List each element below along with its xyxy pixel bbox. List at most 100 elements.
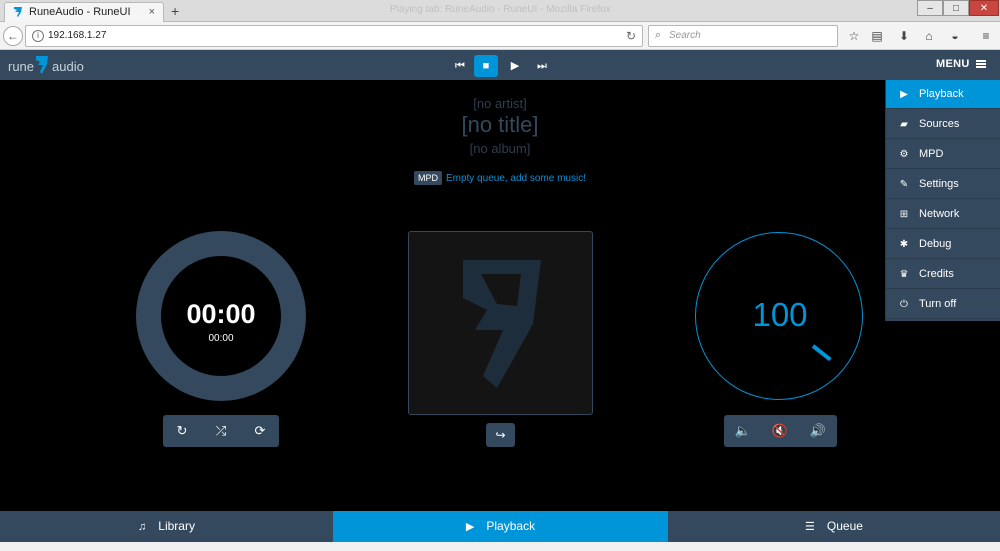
logo-word-rune: rune — [8, 59, 35, 74]
browser-navbar: ← i 192.168.1.27 ↻ ⌕ Search ☆ ▤ ⬇ ⌂ ◒ ≡ — [0, 22, 1000, 50]
menu-item-debug[interactable]: ✱ Debug — [886, 230, 1000, 259]
download-icon[interactable]: ⬇ — [896, 28, 912, 44]
stop-button[interactable]: ■ — [474, 55, 498, 77]
tab-label: Library — [158, 519, 195, 533]
list-icon: ☰ — [805, 521, 815, 533]
menu-item-mpd[interactable]: ⚙ MPD — [886, 140, 1000, 169]
mute-button[interactable]: 🔇 — [761, 415, 799, 447]
close-window-button[interactable]: ✕ — [969, 0, 999, 16]
elapsed-time: 00:00 — [186, 299, 256, 329]
menu-item-label: Sources — [919, 118, 960, 130]
repeat-icon: ↻ — [176, 423, 188, 438]
logo-word-audio: audio — [52, 59, 84, 74]
shuffle-button[interactable]: ⤮ — [202, 415, 240, 447]
menu-item-sources[interactable]: ▰ Sources — [886, 110, 1000, 139]
play-icon: ▶ — [465, 521, 475, 533]
single-button[interactable]: ⟳ — [241, 415, 279, 447]
menu-item-label: Debug — [919, 238, 952, 250]
menu-item-label: Credits — [919, 268, 954, 280]
bottom-tab-bar: ♫ Library ▶ Playback ☰ Queue — [0, 511, 1000, 542]
album-cover — [408, 231, 593, 415]
bug-icon: ✱ — [899, 239, 909, 250]
tab-label: Queue — [826, 519, 863, 533]
bookmark-star-icon[interactable]: ☆ — [846, 28, 862, 44]
previous-icon: ⏮ — [455, 60, 465, 72]
volume-up-button[interactable]: 🔊 — [799, 415, 837, 447]
url-text: 192.168.1.27 — [48, 30, 107, 41]
app-header: rune audio ⏮ ■ ▶ ⏭ MENU — [0, 50, 1000, 80]
wrench-icon: ✎ — [899, 179, 909, 190]
volume-down-icon: 🔈 — [734, 423, 752, 438]
menu-item-label: MPD — [919, 148, 944, 160]
url-bar[interactable]: i 192.168.1.27 ↻ — [25, 25, 643, 47]
previous-button[interactable]: ⏮ — [448, 55, 472, 77]
tab-label: Playback — [486, 519, 536, 533]
volume-down-button[interactable]: 🔈 — [724, 415, 762, 447]
window-title: Playing tab: RuneAudio - RuneUI - Mozill… — [390, 4, 611, 15]
hamburger-icon — [976, 60, 986, 68]
reading-list-icon[interactable]: ▤ — [869, 28, 885, 44]
pocket-icon[interactable]: ◒ — [947, 28, 963, 44]
refresh-icon: ⟳ — [254, 423, 266, 438]
status-message: MPD Empty queue, add some music! — [300, 171, 700, 185]
menu-item-label: Turn off — [919, 298, 957, 310]
menu-toggle-button[interactable]: MENU — [936, 58, 986, 70]
mute-icon: 🔇 — [771, 423, 789, 438]
runeaudio-favicon-icon — [14, 7, 22, 17]
power-icon: ⏻ — [900, 299, 908, 310]
volume-up-icon: 🔊 — [809, 423, 827, 438]
tab-queue[interactable]: ☰ Queue — [668, 511, 1000, 542]
rune-logo-icon — [36, 56, 48, 74]
next-icon: ⏭ — [537, 60, 547, 72]
menu-item-label: Network — [919, 208, 960, 220]
share-button[interactable]: ↪ — [486, 423, 515, 447]
main-menu-dropdown: ▶ Playback ▰ Sources ⚙ MPD ✎ Settings ⊞ … — [885, 80, 1000, 321]
search-icon: ⌕ — [655, 29, 662, 41]
status-text: Empty queue, add some music! — [445, 173, 587, 184]
volume-value: 100 — [752, 296, 808, 333]
trophy-icon: ♛ — [899, 269, 909, 280]
menu-item-network[interactable]: ⊞ Network — [886, 200, 1000, 229]
next-button[interactable]: ⏭ — [530, 55, 554, 77]
menu-item-settings[interactable]: ✎ Settings — [886, 170, 1000, 199]
total-time: 00:00 — [208, 333, 234, 344]
music-icon: ♫ — [138, 521, 147, 533]
browser-tab[interactable]: RuneAudio - RuneUI × — [4, 2, 164, 22]
close-tab-icon[interactable]: × — [149, 6, 155, 18]
shuffle-icon: ⤮ — [215, 423, 227, 438]
browser-tab-title: RuneAudio - RuneUI — [29, 6, 131, 18]
minimize-button[interactable]: – — [917, 0, 943, 16]
play-icon: ▶ — [900, 89, 908, 100]
menu-item-playback[interactable]: ▶ Playback — [886, 80, 1000, 109]
sitemap-icon: ⊞ — [899, 209, 909, 220]
menu-item-credits[interactable]: ♛ Credits — [886, 260, 1000, 289]
home-icon[interactable]: ⌂ — [921, 28, 937, 44]
menu-item-label: Settings — [919, 178, 959, 190]
tab-library[interactable]: ♫ Library — [0, 511, 333, 542]
track-artist: [no artist] — [473, 96, 527, 111]
browser-menu-icon[interactable]: ≡ — [978, 28, 994, 44]
volume-controls-group: 🔈 🔇 🔊 — [724, 415, 837, 447]
track-album: [no album] — [469, 141, 531, 156]
tab-playback[interactable]: ▶ Playback — [333, 511, 668, 542]
new-tab-button[interactable]: + — [171, 3, 179, 19]
rune-cover-logo-icon — [463, 260, 541, 388]
info-icon[interactable]: i — [32, 30, 44, 42]
repeat-button[interactable]: ↻ — [163, 415, 201, 447]
folder-icon: ▰ — [900, 119, 908, 130]
back-button[interactable]: ← — [3, 26, 23, 46]
mpd-badge: MPD — [413, 171, 442, 185]
play-icon: ▶ — [510, 60, 520, 72]
cogs-icon: ⚙ — [899, 149, 909, 160]
search-input[interactable]: ⌕ Search — [648, 25, 838, 47]
browser-titlebar: RuneAudio - RuneUI × + Playing tab: Rune… — [0, 0, 1000, 22]
maximize-button[interactable]: □ — [943, 0, 969, 16]
menu-label: MENU — [936, 58, 970, 70]
stop-icon: ■ — [482, 60, 490, 72]
menu-item-turn-off[interactable]: ⏻ Turn off — [886, 290, 1000, 319]
track-title: [no title] — [461, 112, 539, 137]
play-button[interactable]: ▶ — [503, 55, 527, 77]
search-placeholder: Search — [669, 30, 701, 41]
reload-icon[interactable]: ↻ — [626, 29, 636, 43]
browser-status-strip — [0, 542, 1000, 551]
